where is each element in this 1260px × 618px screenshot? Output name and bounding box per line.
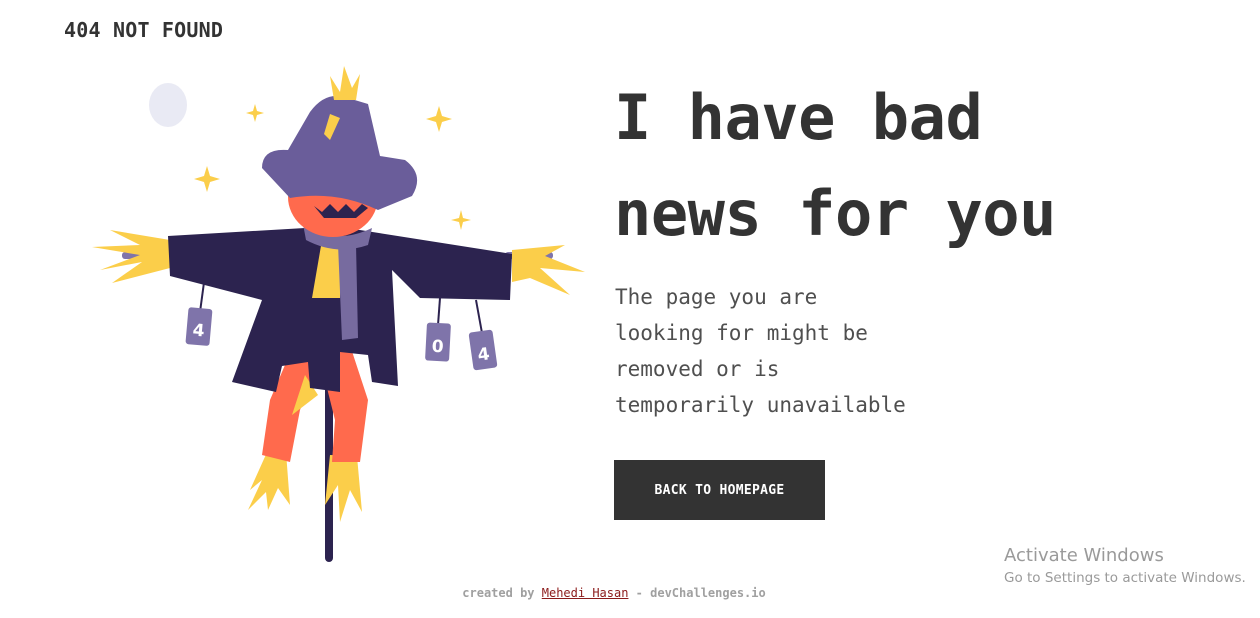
description-line-2: looking for might be	[615, 321, 868, 345]
footer-suffix: - devChallenges.io	[628, 586, 766, 600]
headline-line-2: news for you	[614, 177, 1056, 250]
description-line-1: The page you are	[615, 285, 818, 309]
headline-line-1: I have bad	[614, 81, 983, 154]
can-left-label: 4	[192, 321, 206, 342]
description: The page you are looking for might be re…	[615, 279, 945, 423]
author-link[interactable]: Mehedi Hasan	[542, 586, 629, 600]
can-middle: 0	[425, 322, 451, 362]
watermark-subtitle: Go to Settings to activate Windows.	[1004, 570, 1246, 586]
page: 404 NOT FOUND 4 0 4 I have bad news for …	[0, 0, 1260, 618]
scarecrow-illustration: 4 0 4	[92, 66, 585, 562]
can-right: 4	[468, 329, 498, 371]
can-middle-label: 0	[431, 337, 444, 358]
description-line-3: removed or is	[615, 357, 780, 381]
brand-title: 404 NOT FOUND	[64, 18, 224, 42]
can-left: 4	[185, 307, 213, 346]
headline: I have bad news for you	[614, 70, 1134, 262]
footer-prefix: created by	[462, 586, 542, 600]
activate-windows-watermark: Activate Windows Go to Settings to activ…	[1004, 545, 1246, 589]
description-line-4: temporarily unavailable	[615, 393, 906, 417]
hat	[262, 95, 418, 210]
watermark-title: Activate Windows	[1004, 545, 1164, 566]
moon-shape	[149, 83, 187, 127]
back-to-homepage-button[interactable]: BACK TO HOMEPAGE	[614, 460, 825, 520]
